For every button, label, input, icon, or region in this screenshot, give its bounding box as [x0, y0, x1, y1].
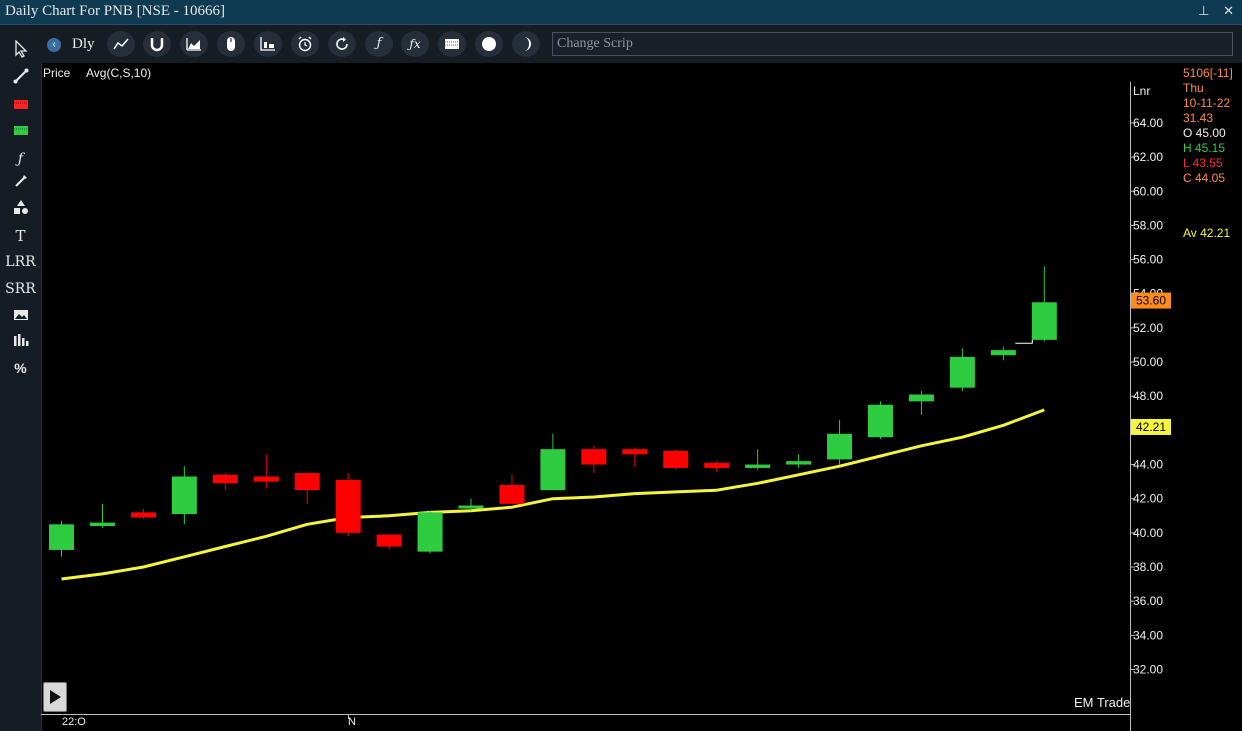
candle-body	[89, 522, 115, 527]
connector-line	[1015, 339, 1033, 344]
y-tick-label: 32.00	[1133, 663, 1163, 677]
candle-body	[171, 476, 197, 515]
y-tick-label: 40.00	[1133, 526, 1163, 540]
candle-body	[130, 512, 156, 518]
y-tick-label: 36.00	[1133, 594, 1163, 608]
candle-body	[458, 505, 484, 509]
candle-body	[253, 476, 279, 482]
candle-body	[581, 449, 607, 465]
x-tick-label: 22:O	[62, 716, 86, 728]
play-button[interactable]	[43, 682, 67, 712]
y-tick-label: 44.00	[1133, 458, 1163, 472]
candle-body	[49, 524, 74, 550]
info-high: H 45.15	[1183, 141, 1226, 155]
info-day: Thu	[1183, 81, 1204, 95]
candle-body	[1031, 302, 1057, 340]
candle-body	[990, 350, 1016, 356]
candle-body	[704, 462, 730, 468]
avg-price-label: 42.21	[1136, 420, 1166, 434]
info-bar-index: 5106[-11]	[1183, 66, 1233, 80]
candle-body	[335, 479, 361, 533]
info-close: C 44.05	[1183, 171, 1226, 185]
info-low: L 43.55	[1183, 156, 1223, 170]
y-tick-label: 34.00	[1133, 628, 1163, 642]
y-tick-label: 38.00	[1133, 560, 1163, 574]
legend-price: Price	[43, 66, 71, 80]
last-price-label: 53.60	[1136, 294, 1166, 308]
candle-body	[622, 449, 648, 455]
y-tick-label: 56.00	[1133, 253, 1163, 267]
candle-body	[745, 464, 771, 468]
y-tick-label: 48.00	[1133, 389, 1163, 403]
y-tick-label: 64.00	[1133, 116, 1163, 130]
y-tick-label: 62.00	[1133, 150, 1163, 164]
candle-body	[663, 450, 689, 468]
info-average: Av 42.21	[1183, 226, 1231, 240]
candle-body	[540, 449, 566, 491]
candle-body	[949, 356, 975, 388]
watermark: EM Trade	[1074, 695, 1131, 710]
y-tick-label: 58.00	[1133, 218, 1163, 232]
x-tick-label: N	[348, 716, 356, 728]
candle-body	[376, 534, 402, 547]
y-tick-label: 42.00	[1133, 492, 1163, 506]
candle-body	[417, 512, 443, 552]
info-open: O 45.00	[1183, 126, 1226, 140]
candle-body	[908, 394, 934, 402]
candle-body	[786, 461, 812, 465]
info-value: 31.43	[1183, 111, 1214, 125]
y-tick-label: 60.00	[1133, 184, 1163, 198]
candle-body	[868, 404, 893, 438]
candle-body	[499, 485, 525, 504]
price-chart[interactable]: 64.0062.0060.0058.0056.0054.0052.0050.00…	[0, 0, 1242, 731]
candle-body	[212, 474, 238, 484]
y-tick-label: 52.00	[1133, 321, 1163, 335]
candle-body	[827, 433, 853, 460]
candle-body	[294, 473, 320, 491]
legend-indicator[interactable]: Avg(C,S,10)	[86, 66, 151, 80]
scale-type-label[interactable]: Lnr	[1133, 84, 1150, 98]
info-date: 10-11-22	[1183, 96, 1231, 110]
y-tick-label: 50.00	[1133, 355, 1163, 369]
